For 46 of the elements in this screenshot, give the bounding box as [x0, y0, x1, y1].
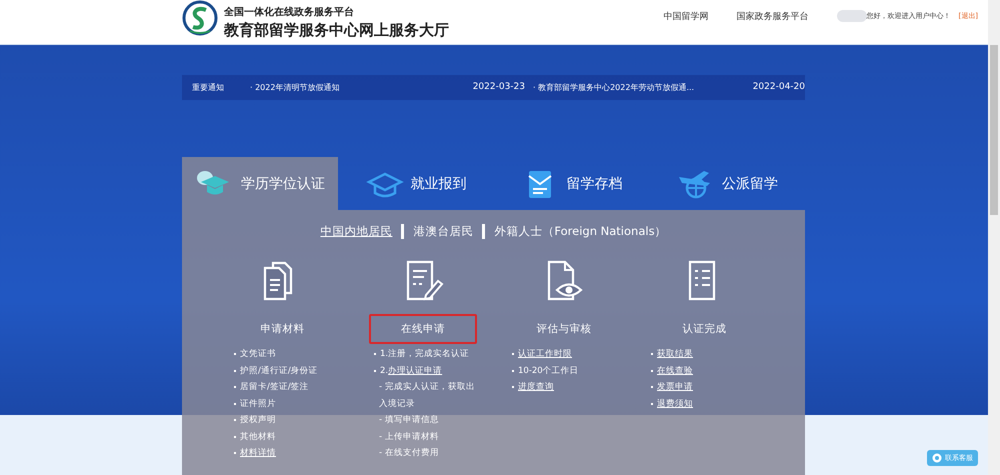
resident-type-link[interactable]: 港澳台居民: [413, 224, 474, 239]
notice-link[interactable]: · 2022年清明节放假通知: [250, 82, 340, 93]
blurred-username: [836, 10, 867, 22]
list-link[interactable]: 进度查询: [518, 379, 554, 396]
notice-link[interactable]: · 教育部留学服务中心2022年劳动节放假通...: [533, 82, 694, 93]
step-link[interactable]: 在线申请: [369, 314, 478, 344]
list-link[interactable]: 发票申请: [657, 379, 693, 396]
step-link[interactable]: 申请材料: [228, 314, 336, 344]
list-item-text: 证件照片: [240, 398, 276, 410]
scrollbar-thumb[interactable]: [990, 45, 998, 215]
list-item-text: 居留卡/签证/签注: [240, 381, 309, 394]
chat-bubble-icon: [932, 453, 942, 463]
list-link[interactable]: 在线查验: [657, 362, 693, 379]
list-item-text: 10-20个工作日: [518, 364, 579, 378]
site-title: 教育部留学服务中心网上服务大厅: [224, 20, 449, 40]
scrollbar[interactable]: [988, 0, 1000, 475]
list-item-text: 其他材料: [240, 430, 276, 444]
resident-type-link[interactable]: 中国内地居民: [320, 224, 392, 239]
category-tab[interactable]: 留学存档: [494, 157, 650, 210]
notice-date: 2022-03-23: [472, 82, 525, 93]
list-link[interactable]: 退费须知: [657, 396, 693, 412]
platform-subtitle: 全国一体化在线政务服务平台: [224, 6, 355, 18]
list-link[interactable]: 获取结果: [657, 346, 693, 362]
list-link[interactable]: 办理认证申请: [388, 362, 442, 379]
category-tab[interactable]: 就业报到: [338, 157, 494, 210]
logo-icon: [182, 0, 218, 36]
header-link[interactable]: 国家政务服务平台: [736, 10, 809, 22]
list-item-text: - 完成实人认证，获取出入境记录: [379, 380, 476, 410]
category-tab[interactable]: 公派留学: [649, 157, 805, 210]
list-item-text: - 在线支付费用: [379, 447, 440, 460]
list-item-text: 1.注册，完成实名认证: [380, 348, 470, 361]
list-item-text: 文凭证书: [240, 348, 276, 361]
notice-label: 重要通知: [192, 82, 225, 93]
category-tab[interactable]: 学历学位认证: [182, 157, 338, 210]
header-link[interactable]: 中国留学网: [664, 10, 709, 22]
list-item-text: 授权声明: [240, 414, 276, 427]
list-link[interactable]: 认证工作时限: [518, 346, 572, 362]
list-link[interactable]: 材料详情: [240, 445, 276, 462]
list-item-text: 护照/通行证/身份证: [240, 364, 318, 378]
notice-date: 2022-04-20: [752, 82, 805, 93]
list-item-text: - 上传申请材料: [379, 430, 440, 444]
step-link[interactable]: 认证完成: [650, 314, 759, 344]
list-item-text: 2.: [380, 364, 388, 378]
resident-type-link[interactable]: 外籍人士（Foreign Nationals）: [494, 224, 667, 239]
step-link[interactable]: 评估与审核: [504, 314, 624, 344]
list-item-text: - 填写申请信息: [379, 414, 440, 427]
